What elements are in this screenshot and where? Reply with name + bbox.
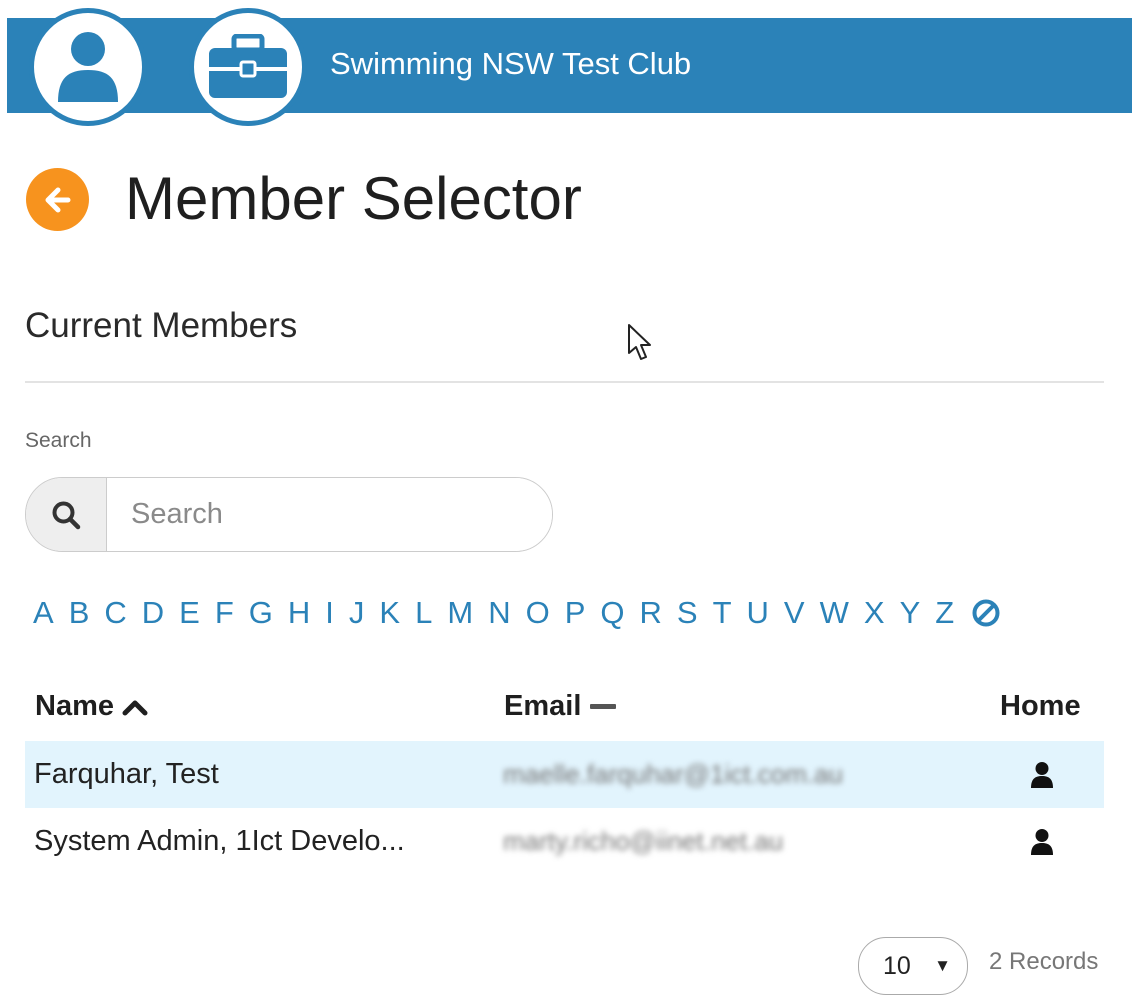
caret-down-icon: ▼ [934, 956, 951, 975]
clear-filter-icon [972, 599, 1000, 627]
letter-filter-u[interactable]: U [747, 593, 769, 633]
letter-filter-p[interactable]: P [565, 593, 586, 633]
search-group [25, 477, 553, 552]
search-label: Search [25, 429, 92, 452]
user-icon [1031, 762, 1053, 788]
member-name: System Admin, 1Ict Develo... [34, 825, 405, 857]
letter-filter-k[interactable]: K [379, 593, 400, 633]
letter-filter-f[interactable]: F [215, 593, 234, 633]
back-button[interactable] [26, 168, 89, 231]
search-icon [52, 501, 81, 529]
letter-filter-d[interactable]: D [142, 593, 164, 633]
letter-filter-h[interactable]: H [288, 593, 310, 633]
letter-filter-x[interactable]: X [864, 593, 885, 633]
member-email: marty.richo@iinet.net.au [503, 826, 784, 856]
letter-filter-w[interactable]: W [820, 593, 849, 633]
table-row[interactable]: System Admin, 1Ict Develo... marty.richo… [25, 808, 1104, 875]
page-size-select[interactable]: 10 ▼ [858, 937, 968, 995]
club-switch-button[interactable] [189, 8, 307, 126]
minus-icon [590, 703, 617, 709]
letter-filter-v[interactable]: V [784, 593, 805, 633]
user-icon [1031, 829, 1053, 855]
page-title: Member Selector [125, 165, 582, 232]
search-addon [26, 478, 107, 551]
alphabet-filter: A B C D E F G H I J K L M N O P Q R S T … [33, 593, 1016, 633]
divider [25, 381, 1104, 383]
letter-filter-r[interactable]: R [640, 593, 662, 633]
column-header-home: Home [1000, 690, 1081, 723]
club-name: Swimming NSW Test Club [330, 46, 692, 81]
mouse-cursor-icon [628, 324, 651, 360]
letter-filter-m[interactable]: M [447, 593, 473, 633]
records-count: 2 Records [989, 948, 1099, 975]
chevron-up-icon [122, 700, 148, 715]
user-icon [58, 32, 118, 102]
column-name-label: Name [35, 690, 114, 722]
home-button[interactable] [1030, 761, 1054, 794]
member-name: Farquhar, Test [34, 758, 219, 790]
letter-filter-j[interactable]: J [349, 593, 365, 633]
letter-filter-c[interactable]: C [104, 593, 126, 633]
letter-filter-e[interactable]: E [179, 593, 200, 633]
column-email-label: Email [504, 690, 582, 722]
section-title: Current Members [25, 306, 298, 345]
letter-filter-q[interactable]: Q [600, 593, 624, 633]
letter-filter-s[interactable]: S [677, 593, 698, 633]
letter-filter-g[interactable]: G [249, 593, 273, 633]
letter-filter-l[interactable]: L [415, 593, 432, 633]
search-input[interactable] [107, 478, 552, 551]
letter-filter-n[interactable]: N [488, 593, 510, 633]
arrow-left-icon [45, 187, 70, 212]
letter-filter-o[interactable]: O [526, 593, 550, 633]
letter-filter-z[interactable]: Z [935, 593, 954, 633]
page-size-value: 10 [883, 951, 911, 980]
clear-filter-button[interactable] [971, 598, 1001, 628]
letter-filter-a[interactable]: A [33, 593, 54, 633]
letter-filter-b[interactable]: B [69, 593, 90, 633]
briefcase-icon [209, 34, 287, 98]
letter-filter-t[interactable]: T [713, 593, 732, 633]
member-email: maelle.farquhar@1ict.com.au [503, 759, 843, 789]
home-button[interactable] [1030, 828, 1054, 861]
letter-filter-i[interactable]: I [325, 593, 334, 633]
table-row[interactable]: Farquhar, Test maelle.farquhar@1ict.com.… [25, 741, 1104, 808]
letter-filter-y[interactable]: Y [900, 593, 921, 633]
column-header-email[interactable]: Email [504, 690, 617, 723]
user-avatar-button[interactable] [29, 8, 147, 126]
column-header-name[interactable]: Name [35, 690, 148, 723]
column-home-label: Home [1000, 690, 1081, 722]
